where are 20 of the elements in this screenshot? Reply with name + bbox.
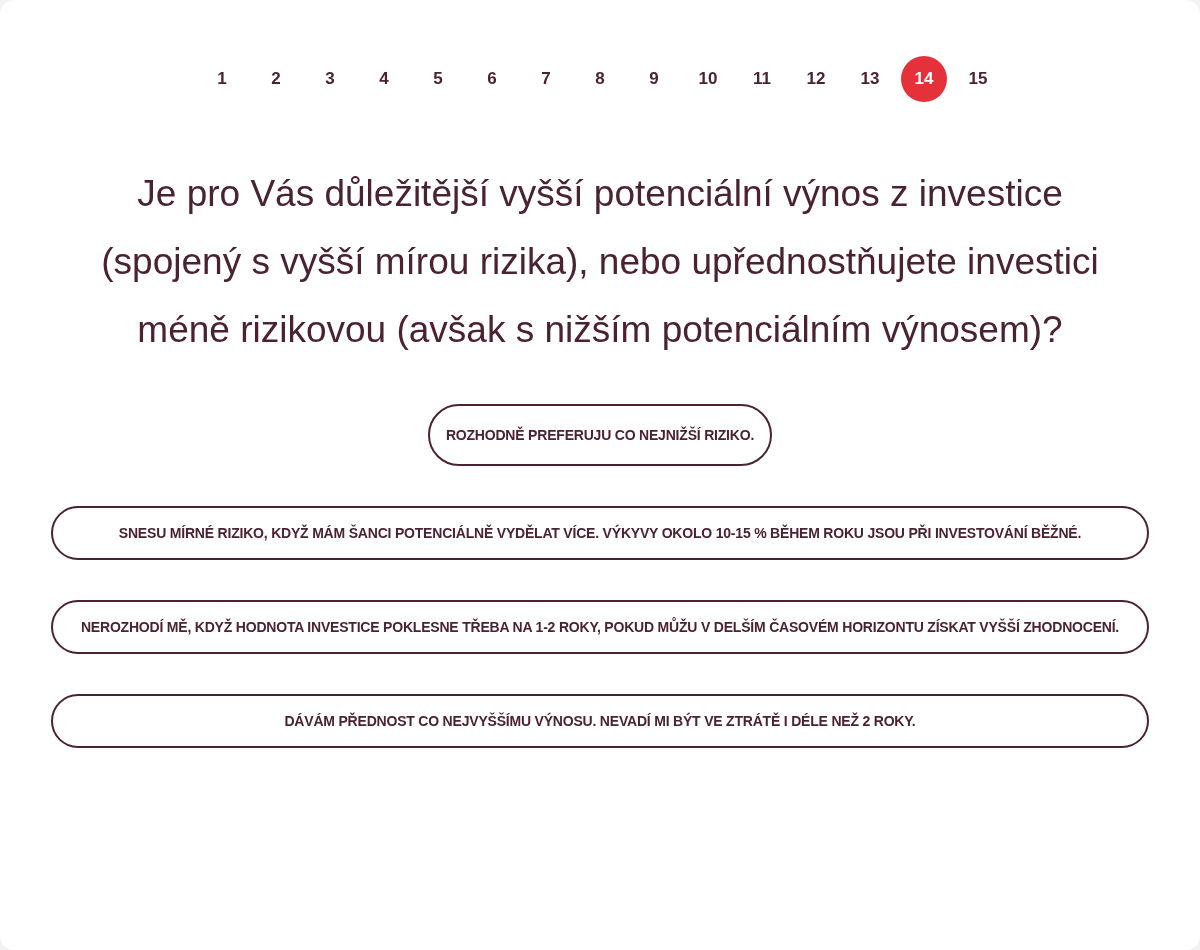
answer-option[interactable]: NEROZHODÍ MĚ, KDYŽ HODNOTA INVESTICE POKLESNE TŘEBA NA 1-2 ROKY, POKUD MŮŽU V DELŠÍM ČASOVÉM HORIZONTU ZÍSKAT VYŠŠÍ ZHODNOCENÍ. — [51, 600, 1149, 654]
page-number[interactable]: 10 — [684, 58, 732, 100]
page-number[interactable]: 12 — [792, 58, 840, 100]
page-number[interactable]: 11 — [738, 58, 786, 100]
page-number[interactable]: 3 — [306, 58, 354, 100]
page-number[interactable]: 8 — [576, 58, 624, 100]
page-number[interactable]: 6 — [468, 58, 516, 100]
page-number[interactable]: 15 — [954, 58, 1002, 100]
answer-option[interactable]: SNESU MÍRNÉ RIZIKO, KDYŽ MÁM ŠANCI POTENCIÁLNĚ VYDĚLAT VÍCE. VÝKYVY OKOLO 10-15 % BĚHEM ROKU JSOU PŘI INVESTOVÁNÍ BĚŽNÉ. — [51, 506, 1149, 560]
page-number[interactable]: 14 — [901, 56, 947, 102]
answer-option[interactable]: DÁVÁM PŘEDNOST CO NEJVYŠŠÍMU VÝNOSU. NEVADÍ MI BÝT VE ZTRÁTĚ I DÉLE NEŽ 2 ROKY. — [51, 694, 1149, 748]
question-text: Je pro Vás důležitější vyšší potenciální výnos z investice (spojený s vyšší mírou rizika), nebo upřednostňujete investici méně rizikovou (avšak s nižším potenciálním výnosem)? — [100, 172, 1100, 352]
page-number[interactable]: 4 — [360, 58, 408, 100]
page-number[interactable]: 7 — [522, 58, 570, 100]
page-number[interactable]: 13 — [846, 58, 894, 100]
page-number[interactable]: 9 — [630, 58, 678, 100]
page-number[interactable]: 1 — [198, 58, 246, 100]
page-number[interactable]: 2 — [252, 58, 300, 100]
page-number[interactable]: 5 — [414, 58, 462, 100]
answer-option[interactable]: ROZHODNĚ PREFERUJU CO NEJNIŽŠÍ RIZIKO. — [427, 404, 773, 466]
